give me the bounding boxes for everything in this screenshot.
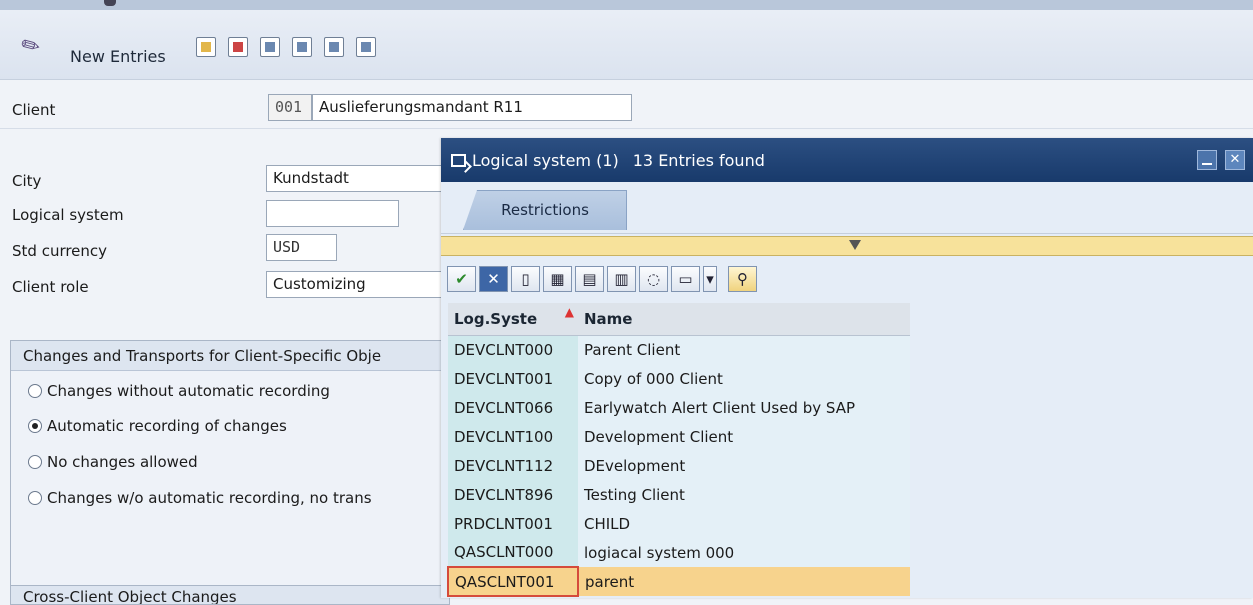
delete-icon[interactable] [228,37,248,57]
check-icon[interactable]: ✔ [447,266,476,292]
find-next-icon[interactable]: ▤ [575,266,604,292]
radio-label: Changes without automatic recording [47,382,330,400]
log-system-cell[interactable]: DEVCLNT066 [448,393,578,422]
copy-icon[interactable] [196,37,216,57]
table-row[interactable]: DEVCLNT001 Copy of 000 Client [448,364,910,393]
city-field[interactable]: Kundstadt [266,165,446,192]
log-system-cell[interactable]: DEVCLNT000 [448,335,578,364]
table-row[interactable]: DEVCLNT000 Parent Client [448,335,910,364]
log-system-cell[interactable]: QASCLNT001 [447,566,579,597]
undo-change-icon[interactable] [260,37,280,57]
table-header-row: Log.Syste ▲ Name [448,303,910,336]
restrictions-collapse-bar[interactable] [441,236,1253,256]
client-role-label: Client role [12,278,89,296]
radio-button[interactable] [28,384,42,398]
client-role-field[interactable]: Customizing [266,271,446,298]
std-currency-label: Std currency [12,242,108,260]
dialog-title-bar: Logical system (1) 13 Entries found ✕ [441,138,1253,182]
table-row[interactable]: DEVCLNT066 Earlywatch Alert Client Used b… [448,393,910,422]
dialog-title: Logical system (1) [472,150,619,170]
client-code-field: 001 [268,94,312,121]
name-cell[interactable]: Development Client [578,422,910,451]
column-header-label: Log.Syste [454,309,538,328]
dialog-entry-count: 13 Entries found [632,150,765,170]
client-label: Client [12,101,56,119]
select-block-icon[interactable] [324,37,344,57]
help-icon[interactable]: ◌ [639,266,668,292]
city-label: City [12,172,42,190]
dialog-tabstrip: Restrictions [441,182,1253,234]
divider [0,128,1253,129]
table-row[interactable]: DEVCLNT896 Testing Client [448,480,910,509]
deselect-all-icon[interactable] [356,37,376,57]
table-row[interactable]: PRDCLNT001 CHILD [448,509,910,538]
log-system-cell[interactable]: DEVCLNT001 [448,364,578,393]
new-document-icon[interactable]: ▯ [511,266,540,292]
table-row[interactable]: QASCLNT000 logiacal system 000 [448,538,910,567]
log-system-cell[interactable]: PRDCLNT001 [448,509,578,538]
table-row-selected[interactable]: QASCLNT001 parent [447,566,910,597]
expand-triangle-icon[interactable] [849,240,861,250]
log-system-cell[interactable]: DEVCLNT896 [448,480,578,509]
sort-ascending-icon: ▲ [564,305,574,319]
radio-label: Automatic recording of changes [47,417,287,435]
std-currency-field[interactable]: USD [266,234,337,261]
log-system-cell[interactable]: QASCLNT000 [448,538,578,567]
group-title: Changes and Transports for Client-Specif… [11,341,449,371]
sort-icon[interactable]: ▥ [607,266,636,292]
name-cell[interactable]: CHILD [578,509,910,538]
radio-automatic-recording[interactable]: Automatic recording of changes [28,417,287,435]
name-cell[interactable]: parent [578,567,910,596]
client-description-field[interactable]: Auslieferungsmandant R11 [312,94,632,121]
table-row[interactable]: DEVCLNT112 DEvelopment [448,451,910,480]
cancel-icon[interactable]: ✕ [479,266,508,292]
result-toolbar: ✔ ✕ ▯ ▦ ▤ ▥ ◌ ▭ ▾ ⚲ [447,266,757,296]
radio-label: No changes allowed [47,453,198,471]
title-glyph-fragment [104,0,116,6]
logical-system-results-table: Log.Syste ▲ Name DEVCLNT000 Parent Client … [447,303,910,597]
logical-system-label: Logical system [12,206,124,224]
column-header-name[interactable]: Name [578,303,910,336]
select-all-icon[interactable] [292,37,312,57]
table-row[interactable]: DEVCLNT100 Development Client [448,422,910,451]
logical-system-field[interactable] [266,200,399,227]
find-icon[interactable]: ▦ [543,266,572,292]
name-cell[interactable]: logiacal system 000 [578,538,910,567]
name-cell[interactable]: Earlywatch Alert Client Used by SAP [578,393,910,422]
name-cell[interactable]: Parent Client [578,335,910,364]
radio-button[interactable] [28,491,42,505]
radio-no-changes[interactable]: No changes allowed [28,453,198,471]
name-cell[interactable]: Copy of 000 Client [578,364,910,393]
column-header-log-system[interactable]: Log.Syste ▲ [448,303,578,336]
print-dropdown-icon[interactable]: ▾ [703,266,717,292]
screen-header [0,0,1253,10]
radio-no-transports[interactable]: Changes w/o automatic recording, no tran… [28,489,372,507]
logical-system-dialog: Logical system (1) 13 Entries found ✕ Re… [441,138,1253,598]
new-entries-button[interactable]: New Entries [70,47,166,66]
edit-pen-icon[interactable]: ✎ [17,31,45,62]
radio-button-selected[interactable] [28,419,42,433]
application-toolbar: ✎ New Entries [0,10,1253,80]
minimize-icon[interactable] [1197,150,1217,170]
radio-label: Changes w/o automatic recording, no tran… [47,489,372,507]
radio-changes-without-recording[interactable]: Changes without automatic recording [28,382,330,400]
log-system-cell[interactable]: DEVCLNT100 [448,422,578,451]
cross-client-group-title: Cross-Client Object Changes [10,585,450,605]
log-system-cell[interactable]: DEVCLNT112 [448,451,578,480]
radio-button[interactable] [28,455,42,469]
name-cell[interactable]: Testing Client [578,480,910,509]
print-icon[interactable]: ▭ [671,266,700,292]
popup-window-icon [451,153,466,167]
close-icon[interactable]: ✕ [1225,150,1245,170]
name-cell[interactable]: DEvelopment [578,451,910,480]
personal-list-icon[interactable]: ⚲ [728,266,757,292]
tab-restrictions[interactable]: Restrictions [463,190,627,230]
